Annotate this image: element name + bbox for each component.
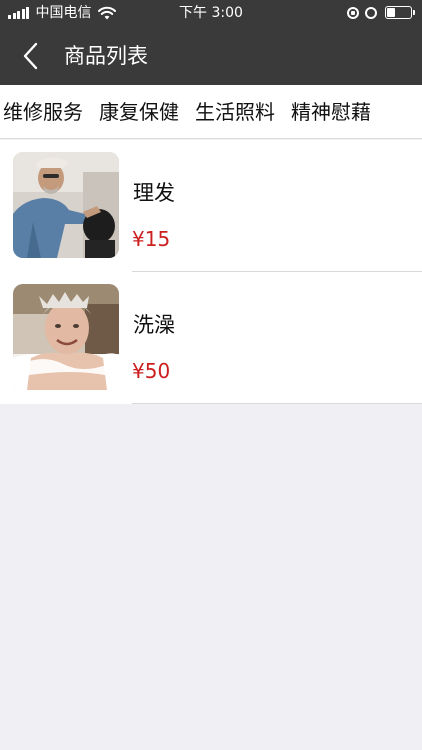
status-right <box>347 6 415 19</box>
product-list: 理发 ¥15 洗澡 ¥50 <box>0 140 422 404</box>
bath-photo <box>13 284 119 390</box>
battery-icon <box>385 6 415 19</box>
list-item[interactable]: 理发 ¥15 <box>0 140 422 272</box>
status-bar: 中国电信 下午 3:00 <box>0 0 422 28</box>
tab-spiritual-comfort[interactable]: 精神慰藉 <box>290 98 372 126</box>
back-button[interactable] <box>16 41 46 71</box>
nav-bar: 商品列表 <box>0 28 422 85</box>
tab-daily-care[interactable]: 生活照料 <box>194 98 276 126</box>
product-price: ¥15 <box>132 227 171 251</box>
tab-rehab-care[interactable]: 康复保健 <box>98 98 180 126</box>
page-title: 商品列表 <box>64 44 148 68</box>
battery-fill <box>387 8 395 17</box>
list-item[interactable]: 洗澡 ¥50 <box>0 272 422 404</box>
chevron-left-icon <box>23 42 38 70</box>
product-name: 洗澡 <box>133 313 175 337</box>
tab-repair-service[interactable]: 维修服务 <box>2 98 84 126</box>
alarm-icon <box>365 6 377 19</box>
haircut-photo <box>13 152 119 258</box>
product-name: 理发 <box>133 181 175 205</box>
divider <box>132 403 422 404</box>
product-price: ¥50 <box>132 359 171 383</box>
rotation-lock-icon <box>347 6 359 19</box>
category-tabs: 维修服务 康复保健 生活照料 精神慰藉 <box>0 85 422 139</box>
